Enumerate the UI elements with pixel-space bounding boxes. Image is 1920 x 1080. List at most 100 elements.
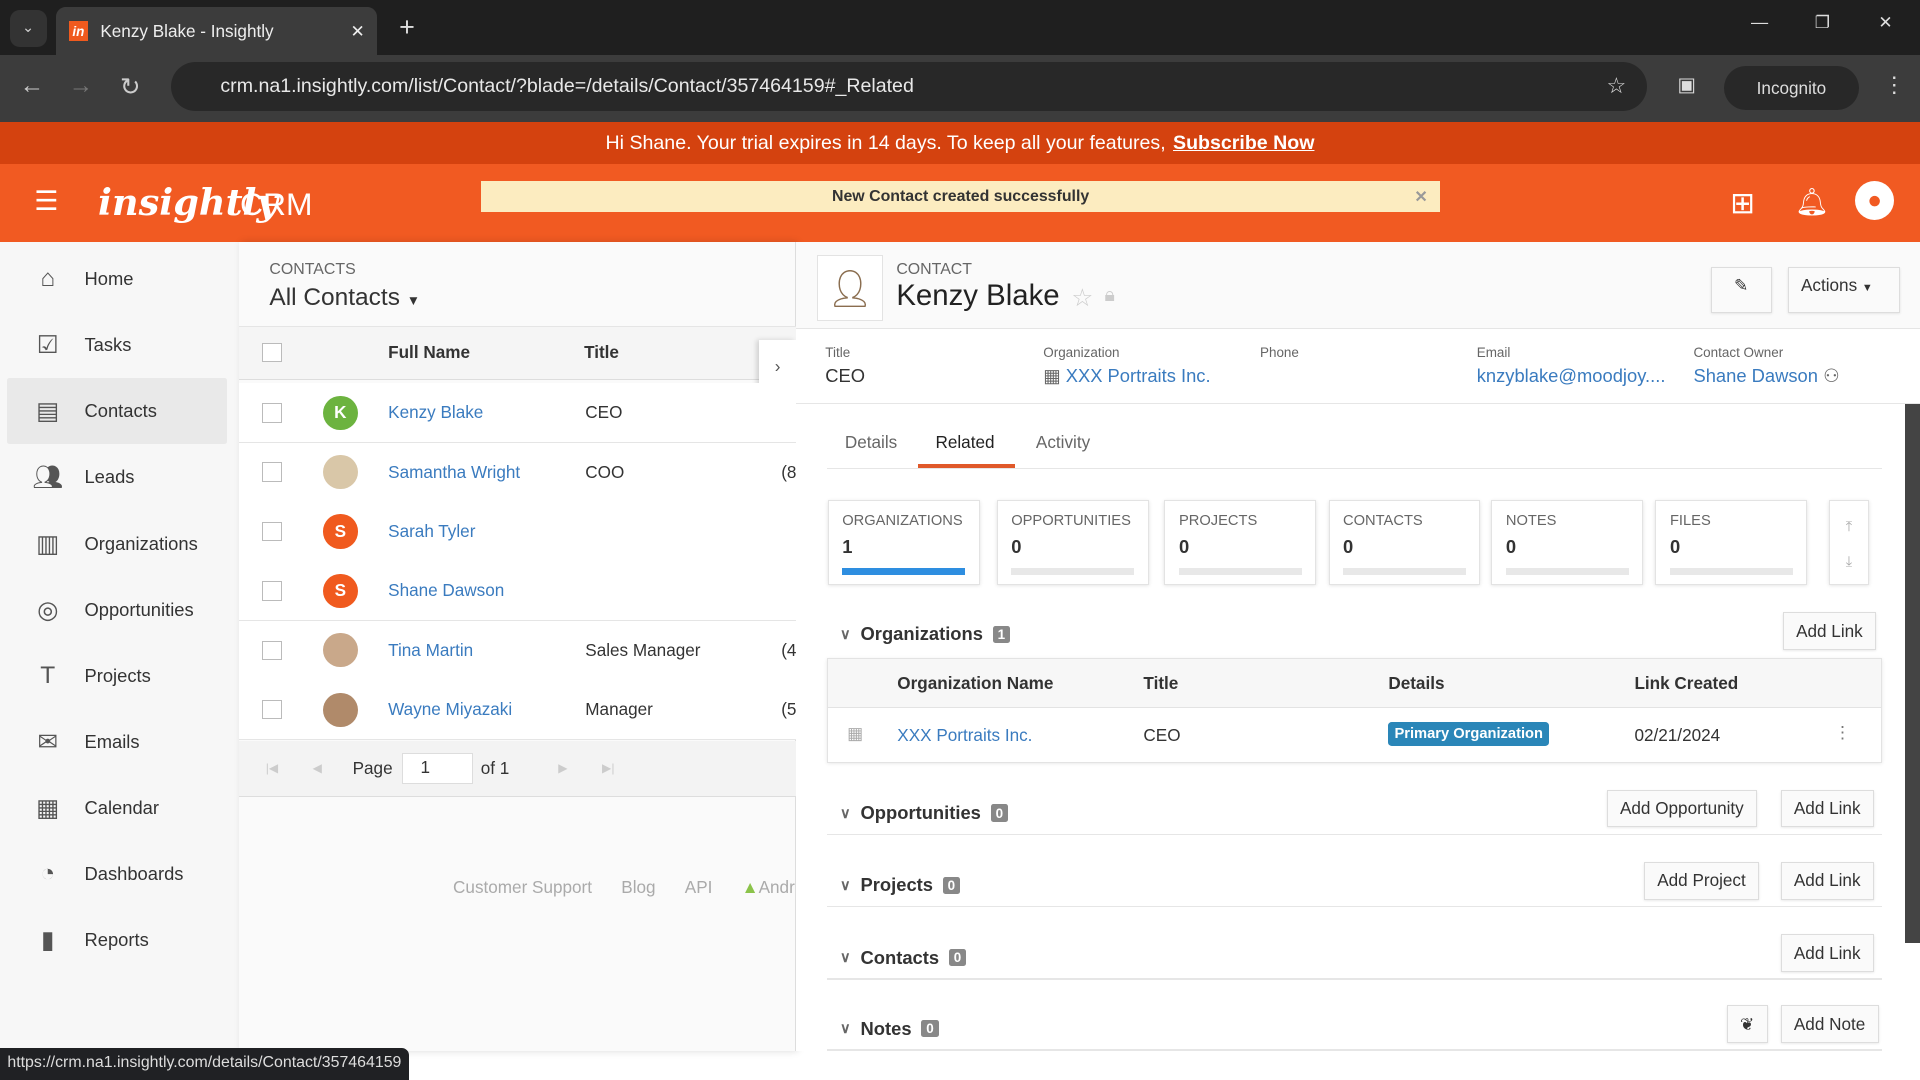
sidepanel-icon[interactable]: ▣ <box>1678 73 1697 97</box>
sidebar-item-emails[interactable]: ✉ Emails <box>0 709 239 775</box>
change-owner-icon[interactable]: ⚇ <box>1823 365 1839 386</box>
favorite-star-icon[interactable]: ☆ <box>1071 283 1093 313</box>
tab-search-button[interactable]: ⌄ <box>9 9 47 47</box>
close-window-icon[interactable]: ✕ <box>1878 12 1892 33</box>
evernote-icon[interactable]: ❦ <box>1726 1005 1768 1043</box>
sidebar-item-home[interactable]: ⌂ Home <box>0 246 239 312</box>
sidebar-item-reports[interactable]: ▮ Reports <box>0 907 239 973</box>
row-checkbox[interactable] <box>262 462 282 482</box>
browser-tab[interactable]: in Kenzy Blake - Insightly ✕ <box>56 7 378 56</box>
contact-name-link[interactable]: Wayne Miyazaki <box>388 699 512 720</box>
close-toast-icon[interactable]: ✕ <box>1414 187 1427 207</box>
notifications-bell-icon[interactable]: 🔔︎ <box>1795 186 1829 218</box>
add-note-button[interactable]: Add Note <box>1780 1005 1879 1043</box>
notes-section-header[interactable]: ∨ Notes 0 <box>840 1018 939 1040</box>
tab-activity[interactable]: Activity <box>1036 432 1090 453</box>
android-link[interactable]: Andr <box>759 877 795 897</box>
sidebar-item-contacts[interactable]: ▤ Contacts <box>7 378 227 445</box>
reload-icon[interactable]: ↻ <box>120 72 141 102</box>
first-page-icon[interactable]: |◀ <box>266 761 279 775</box>
organization-link[interactable]: XXX Portraits Inc. <box>897 725 1032 746</box>
subscribe-now-link[interactable]: Subscribe Now <box>1173 132 1314 155</box>
row-checkbox[interactable] <box>262 640 282 661</box>
column-full-name[interactable]: Full Name <box>388 342 470 363</box>
restore-icon[interactable]: ❐ <box>1815 12 1830 33</box>
actions-dropdown[interactable]: Actions ▼ <box>1787 266 1901 314</box>
sidebar-item-projects[interactable]: T Projects <box>0 643 239 709</box>
tab-related[interactable]: Related <box>935 432 994 453</box>
related-card-contacts[interactable]: CONTACTS 0 <box>1328 499 1481 586</box>
sidebar-item-calendar[interactable]: ▦ Calendar <box>0 775 239 841</box>
forward-icon[interactable]: → <box>69 72 93 100</box>
add-icon[interactable]: ⊞ <box>1730 186 1755 221</box>
url-input[interactable]: crm.na1.insightly.com/list/Contact/?blad… <box>171 62 1647 112</box>
row-checkbox[interactable] <box>262 699 282 720</box>
row-checkbox[interactable] <box>262 581 282 601</box>
cards-scroll-control[interactable]: ⤒ ⤓ <box>1829 499 1869 586</box>
detail-scrollbar[interactable] <box>1905 404 1920 943</box>
sidebar-item-organizations[interactable]: ▥ Organizations <box>0 511 239 577</box>
blog-link[interactable]: Blog <box>621 877 655 897</box>
user-avatar-icon[interactable]: ● <box>1855 181 1895 221</box>
last-page-icon[interactable]: ▶| <box>602 761 615 775</box>
table-row[interactable]: S Shane Dawson <box>238 561 796 622</box>
organizations-section-header[interactable]: ∨ Organizations 1 <box>840 623 1010 645</box>
related-card-projects[interactable]: PROJECTS 0 <box>1164 499 1317 586</box>
column-organization-name[interactable]: Organization Name <box>897 673 1053 694</box>
opportunities-section-header[interactable]: ∨ Opportunities 0 <box>840 802 1008 824</box>
incognito-indicator[interactable]: Incognito <box>1724 66 1859 111</box>
table-row[interactable]: Tina Martin Sales Manager (4 <box>238 620 796 681</box>
add-link-button[interactable]: Add Link <box>1780 789 1874 828</box>
related-card-notes[interactable]: NOTES 0 <box>1491 499 1644 586</box>
sidebar-item-tasks[interactable]: ☑ Tasks <box>0 312 239 378</box>
related-card-organizations[interactable]: ORGANIZATIONS 1 <box>827 499 980 586</box>
api-link[interactable]: API <box>685 877 713 897</box>
select-all-checkbox[interactable] <box>262 342 282 363</box>
customer-support-link[interactable]: Customer Support <box>453 877 592 897</box>
contact-name-link[interactable]: Shane Dawson <box>388 580 504 601</box>
row-checkbox[interactable] <box>262 402 282 423</box>
field-value[interactable]: Shane Dawson <box>1693 365 1818 386</box>
table-row[interactable]: Wayne Miyazaki Manager (5 <box>238 680 796 741</box>
sidebar-item-opportunities[interactable]: ◎ Opportunities <box>0 577 239 643</box>
new-tab-button[interactable]: + <box>399 12 415 43</box>
add-project-button[interactable]: Add Project <box>1643 862 1759 900</box>
field-value[interactable]: knzyblake@moodjoy.... <box>1477 365 1666 386</box>
add-link-button[interactable]: Add Link <box>1780 862 1874 900</box>
field-value[interactable]: XXX Portraits Inc. <box>1066 365 1211 386</box>
next-page-icon[interactable]: ▶ <box>558 761 567 775</box>
contact-name-link[interactable]: Tina Martin <box>388 640 473 661</box>
tab-details[interactable]: Details <box>845 432 897 453</box>
back-icon[interactable]: ← <box>20 72 44 100</box>
projects-section-header[interactable]: ∨ Projects 0 <box>840 874 961 896</box>
edit-button[interactable]: ✎ <box>1710 266 1772 314</box>
minimize-icon[interactable]: — <box>1751 12 1768 33</box>
sidebar-item-leads[interactable]: 👥︎ Leads <box>0 444 239 510</box>
view-selector[interactable]: All Contacts ▼ <box>269 284 420 312</box>
related-card-files[interactable]: FILES 0 <box>1655 499 1808 586</box>
table-row[interactable]: S Sarah Tyler <box>238 502 796 563</box>
row-menu-kebab-icon[interactable]: ⋮ <box>1834 722 1851 743</box>
menu-kebab-icon[interactable]: ⋮ <box>1883 72 1905 98</box>
add-link-button[interactable]: Add Link <box>1780 934 1874 972</box>
sidebar-item-dashboards[interactable]: ◔ Dashboards <box>0 841 239 907</box>
row-checkbox[interactable] <box>262 521 282 542</box>
table-row[interactable]: Samantha Wright COO (8 <box>238 442 796 503</box>
contact-name-link[interactable]: Kenzy Blake <box>388 402 483 423</box>
column-details[interactable]: Details <box>1388 673 1444 694</box>
column-link-created[interactable]: Link Created <box>1634 673 1738 694</box>
prev-page-icon[interactable]: ◀ <box>313 761 322 775</box>
contacts-section-header[interactable]: ∨ Contacts 0 <box>840 947 967 969</box>
related-card-opportunities[interactable]: OPPORTUNITIES 0 <box>996 499 1149 586</box>
page-input[interactable]: 1 <box>402 752 474 785</box>
bookmark-star-icon[interactable]: ☆ <box>1607 73 1627 99</box>
contact-name-link[interactable]: Samantha Wright <box>388 462 520 483</box>
close-tab-icon[interactable]: ✕ <box>351 21 365 42</box>
column-title[interactable]: Title <box>584 342 619 363</box>
lock-icon[interactable]: 🔒︎ <box>1104 284 1114 307</box>
add-opportunity-button[interactable]: Add Opportunity <box>1606 789 1757 828</box>
table-row[interactable]: K Kenzy Blake CEO <box>238 383 796 444</box>
hamburger-menu-icon[interactable]: ☰ <box>34 186 58 217</box>
column-title[interactable]: Title <box>1143 673 1178 694</box>
add-link-button[interactable]: Add Link <box>1782 612 1876 650</box>
